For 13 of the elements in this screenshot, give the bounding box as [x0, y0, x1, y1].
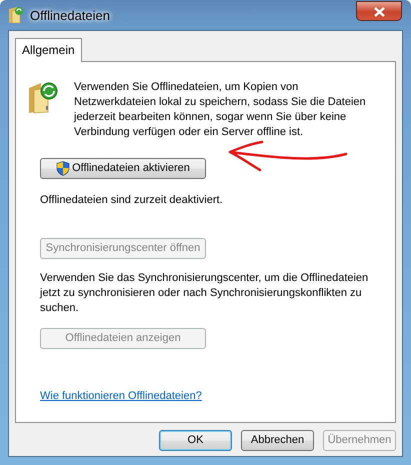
status-text: Offlinedateien sind zurzeit deaktiviert. — [40, 193, 224, 208]
dialog-button[interactable]: Abbrechen — [241, 430, 314, 451]
intro-text: Verwenden Sie Offlinedateien, um Kopien von Netzwerkdateien lokal zu speichern, sodass Sie die Dateien jederzeit bearbeiten können, sogar wenn Sie über keine Verbindung verfügen oder ein Server offline ist. — [74, 80, 367, 140]
window-title: Offlinedateien — [30, 8, 110, 22]
description-text: Verwenden Sie das Synchronisierungscenter, um die Offlinedateien jetzt zu synchronisieren oder nach Synchronisierungskonflikten zu suchen. — [40, 271, 370, 316]
folder-sync-icon — [27, 80, 59, 114]
tab[interactable]: Allgemein — [15, 38, 82, 62]
help-link[interactable]: Wie funktionieren Offlinedateien? — [40, 390, 202, 402]
close-button[interactable] — [356, 1, 402, 21]
folder-icon — [8, 6, 24, 24]
close-icon — [374, 7, 384, 18]
activate-button[interactable]: Offlinedateien aktivieren — [40, 158, 206, 179]
dialog-button[interactable]: OK — [159, 430, 232, 451]
